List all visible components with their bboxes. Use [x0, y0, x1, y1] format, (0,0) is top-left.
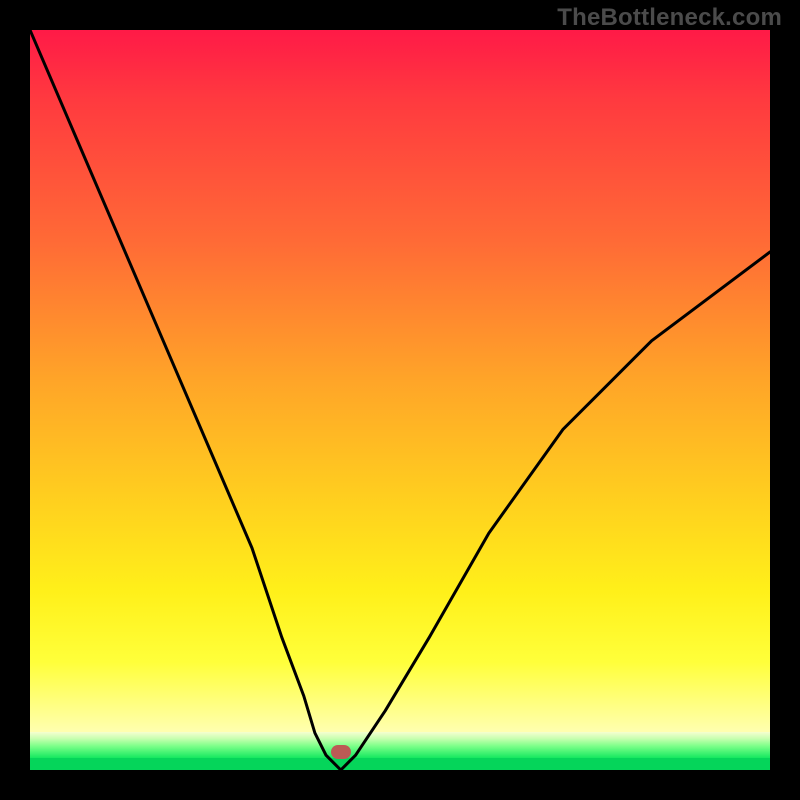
- plot-area: [30, 30, 770, 770]
- bottleneck-curve: [30, 30, 770, 770]
- optimal-marker: [331, 745, 351, 759]
- watermark-text: TheBottleneck.com: [557, 4, 782, 32]
- chart-frame: TheBottleneck.com: [0, 0, 800, 800]
- curve-path: [30, 30, 770, 770]
